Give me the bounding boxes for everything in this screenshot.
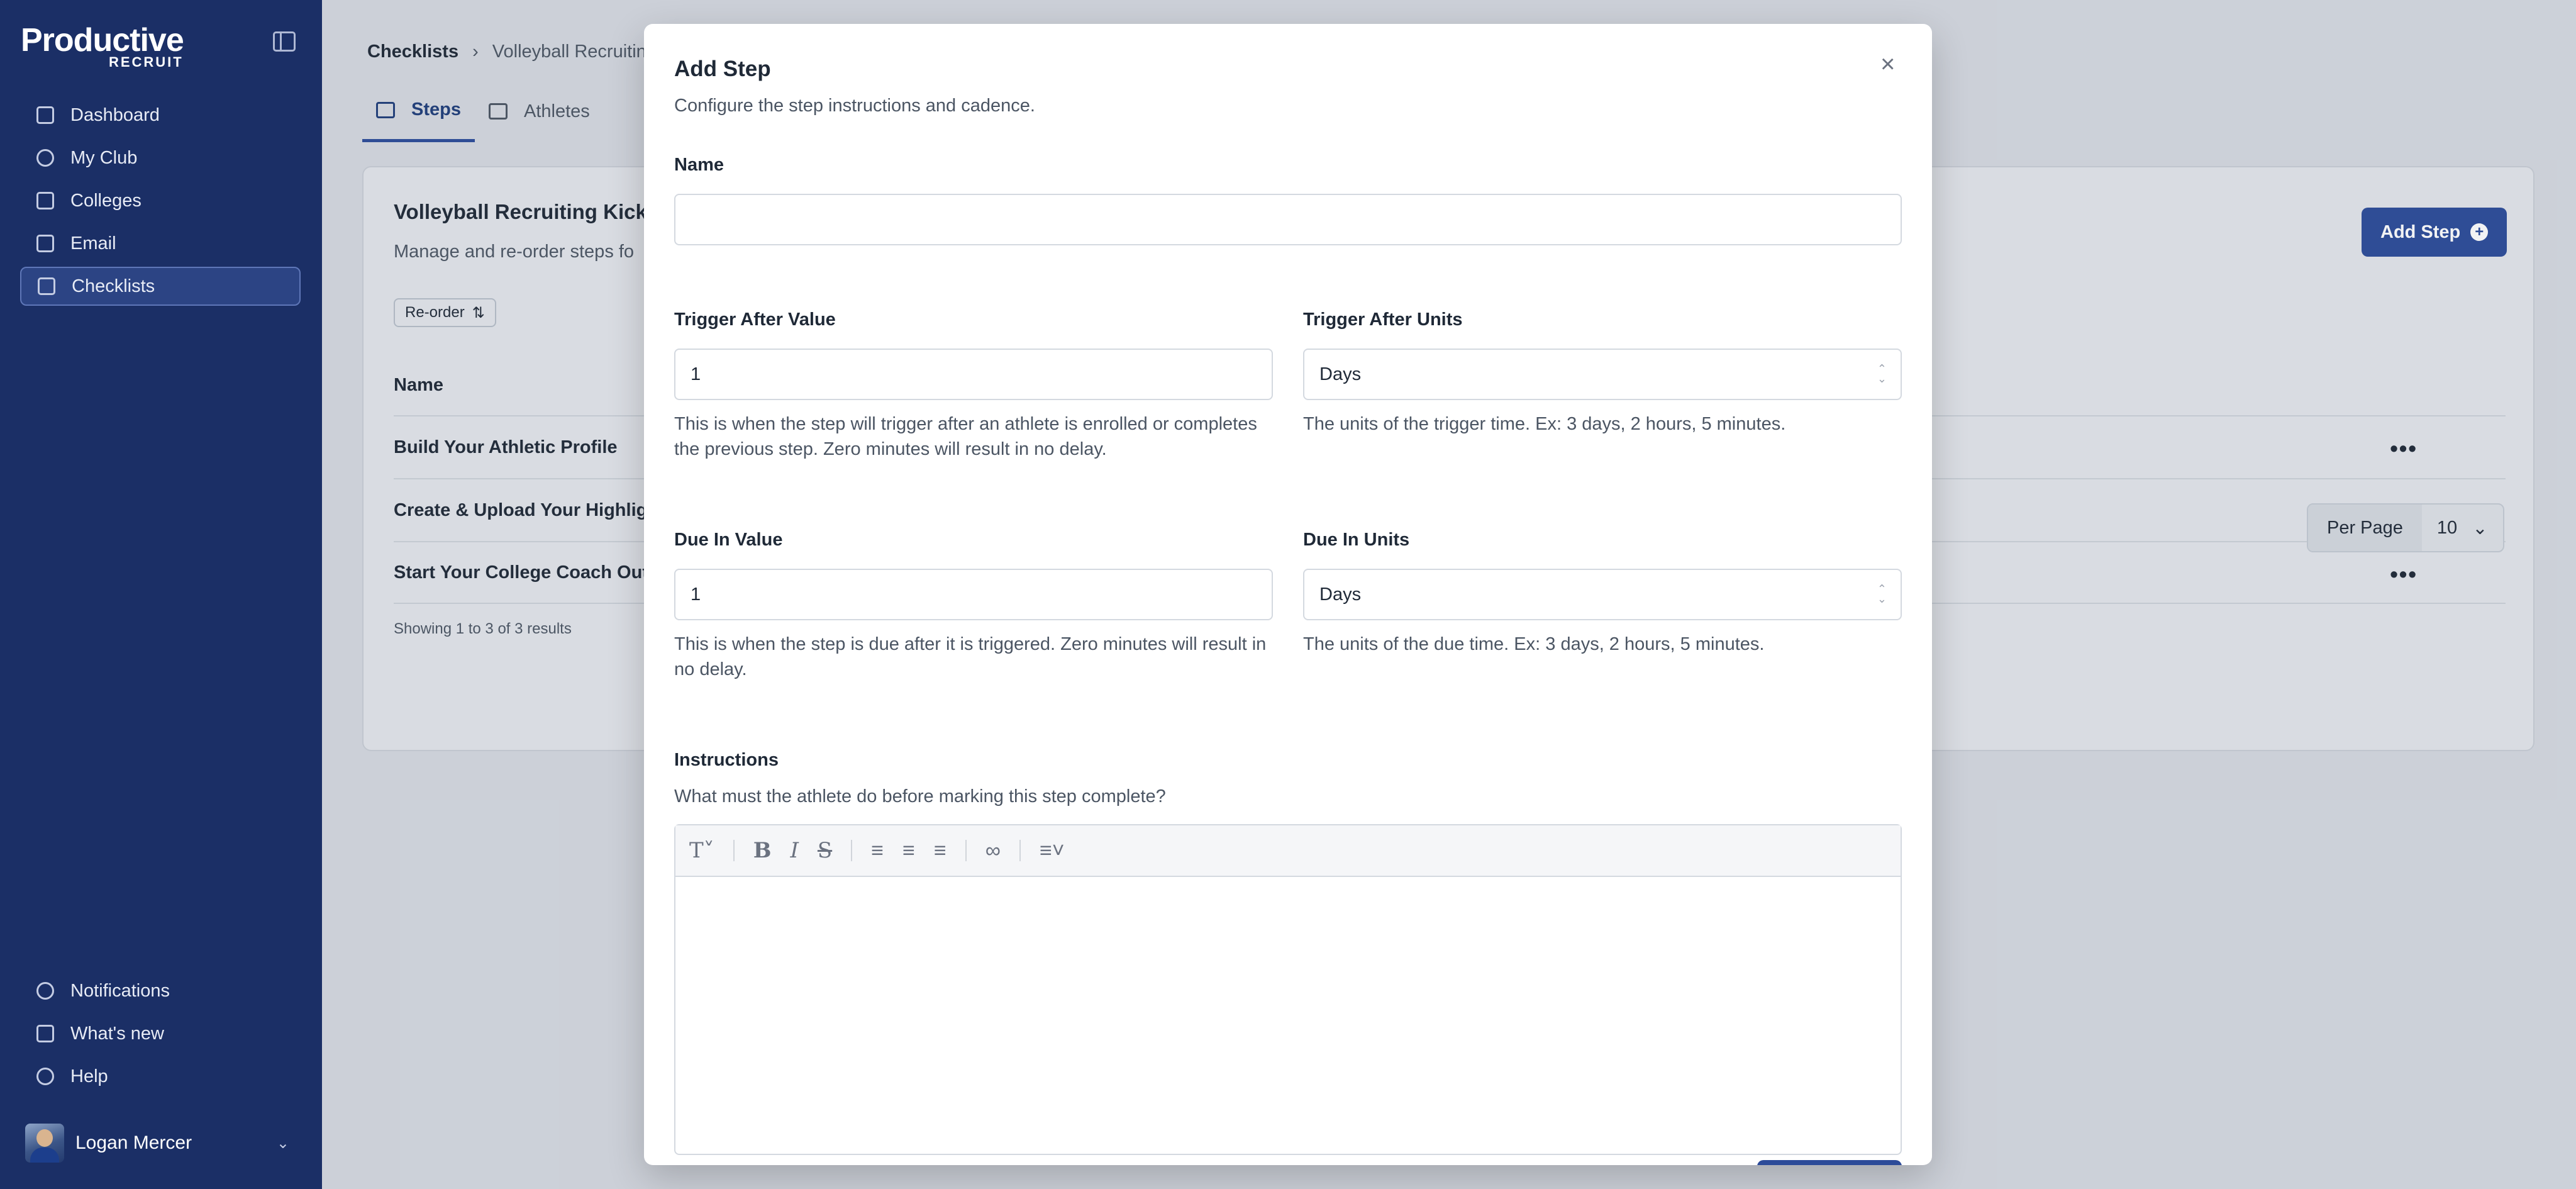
logo[interactable]: Productive RECRUIT bbox=[21, 23, 184, 69]
editor-toolbar: T˅ B I S ≡ ≡ ≡ ∞ ≡˅ bbox=[675, 825, 1901, 877]
logo-text: Productive bbox=[21, 22, 184, 59]
shield-icon bbox=[36, 149, 54, 167]
sidebar-item-notifications[interactable]: Notifications bbox=[20, 971, 301, 1010]
sidebar-item-label: Notifications bbox=[70, 980, 170, 1001]
due-units-label: Due In Units bbox=[1303, 530, 1410, 550]
text-style-icon[interactable]: T˅ bbox=[689, 838, 714, 863]
mail-icon bbox=[36, 235, 54, 252]
gift-icon bbox=[36, 1025, 54, 1042]
align-icon[interactable]: ≡˅ bbox=[1040, 839, 1065, 863]
sidebar-nav: Dashboard My Club Colleges Email Checkli… bbox=[20, 96, 301, 310]
due-units-value: Days bbox=[1319, 584, 1362, 605]
instructions-help: What must the athlete do before marking … bbox=[674, 786, 1166, 807]
sidebar-item-label: Email bbox=[70, 233, 116, 254]
sidebar-toggle-icon[interactable] bbox=[273, 31, 296, 52]
name-label: Name bbox=[674, 155, 724, 175]
user-name: Logan Mercer bbox=[75, 1132, 192, 1153]
due-units-select[interactable]: Days ⌃ ⌄ bbox=[1303, 569, 1902, 620]
bullet-list-icon[interactable]: ≡ bbox=[871, 839, 884, 863]
sidebar-item-email[interactable]: Email bbox=[20, 224, 301, 263]
sidebar-item-help[interactable]: Help bbox=[20, 1057, 301, 1096]
toolbar-divider bbox=[1019, 840, 1021, 861]
list-icon bbox=[38, 277, 55, 295]
home-icon bbox=[36, 106, 54, 124]
trigger-units-value: Days bbox=[1319, 364, 1362, 384]
sidebar-item-dashboard[interactable]: Dashboard bbox=[20, 96, 301, 135]
link-icon[interactable]: ∞ bbox=[985, 839, 1001, 863]
indent-icon[interactable]: ≡ bbox=[934, 839, 947, 863]
sidebar-item-my-club[interactable]: My Club bbox=[20, 138, 301, 177]
add-step-modal: × Add Step Configure the step instructio… bbox=[644, 24, 1932, 1165]
sidebar-item-label: What's new bbox=[70, 1023, 164, 1044]
avatar bbox=[25, 1124, 64, 1163]
sidebar-item-label: Help bbox=[70, 1066, 108, 1086]
chevron-up-down-icon: ⌃ ⌄ bbox=[1877, 583, 1887, 605]
due-value-help: This is when the step is due after it is… bbox=[674, 634, 1267, 679]
sidebar: Productive RECRUIT Dashboard My Club Col… bbox=[0, 0, 322, 1189]
numbered-list-icon[interactable]: ≡ bbox=[902, 839, 915, 863]
close-icon[interactable]: × bbox=[1880, 52, 1895, 77]
italic-icon[interactable]: I bbox=[790, 838, 798, 863]
trigger-units-label: Trigger After Units bbox=[1303, 310, 1463, 330]
due-value-label: Due In Value bbox=[674, 530, 783, 550]
trigger-value-help: This is when the step will trigger after… bbox=[674, 414, 1257, 459]
instructions-label: Instructions bbox=[674, 750, 779, 770]
name-input[interactable] bbox=[674, 194, 1902, 245]
instructions-editor[interactable]: T˅ B I S ≡ ≡ ≡ ∞ ≡˅ bbox=[674, 824, 1902, 1155]
trigger-units-help: The units of the trigger time. Ex: 3 day… bbox=[1303, 414, 1786, 434]
trigger-value-input[interactable]: 1 bbox=[674, 349, 1273, 400]
due-units-help: The units of the due time. Ex: 3 days, 2… bbox=[1303, 634, 1765, 654]
toolbar-divider bbox=[851, 840, 853, 861]
sidebar-item-checklists[interactable]: Checklists bbox=[20, 267, 301, 306]
help-icon bbox=[36, 1068, 54, 1085]
sidebar-item-whats-new[interactable]: What's new bbox=[20, 1014, 301, 1053]
toolbar-divider bbox=[965, 840, 967, 861]
bell-icon bbox=[36, 982, 54, 1000]
user-menu[interactable]: Logan Mercer ⌄ bbox=[25, 1124, 289, 1163]
bold-icon[interactable]: B bbox=[753, 838, 772, 863]
trigger-value-label: Trigger After Value bbox=[674, 310, 836, 330]
sidebar-item-label: Checklists bbox=[72, 276, 155, 296]
due-value-input[interactable]: 1 bbox=[674, 569, 1273, 620]
modal-description: Configure the step instructions and cade… bbox=[674, 96, 1035, 116]
building-icon bbox=[36, 192, 54, 209]
sidebar-bottom-nav: Notifications What's new Help bbox=[20, 971, 301, 1100]
chevron-down-icon: ⌄ bbox=[276, 1134, 289, 1152]
sidebar-item-label: Colleges bbox=[70, 190, 142, 211]
toolbar-divider bbox=[733, 840, 735, 861]
sidebar-item-label: My Club bbox=[70, 147, 138, 168]
trigger-units-select[interactable]: Days ⌃ ⌄ bbox=[1303, 349, 1902, 400]
submit-button[interactable] bbox=[1757, 1160, 1902, 1165]
sidebar-item-colleges[interactable]: Colleges bbox=[20, 181, 301, 220]
strikethrough-icon[interactable]: S bbox=[818, 838, 832, 863]
chevron-up-down-icon: ⌃ ⌄ bbox=[1877, 362, 1887, 385]
modal-title: Add Step bbox=[674, 57, 771, 81]
sidebar-item-label: Dashboard bbox=[70, 104, 160, 125]
